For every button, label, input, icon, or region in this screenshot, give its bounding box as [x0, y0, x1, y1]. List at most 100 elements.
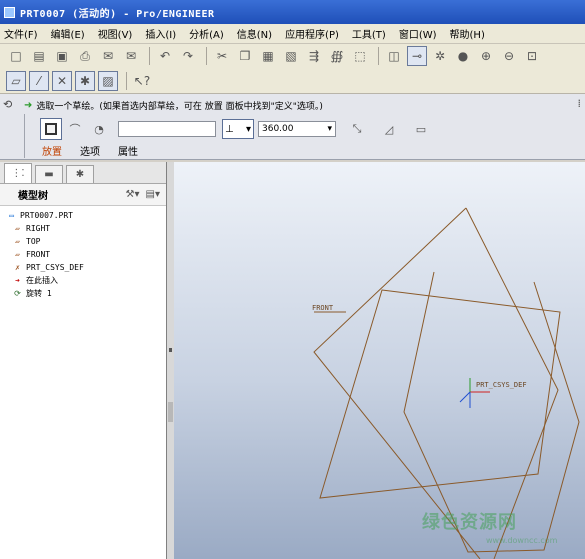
toolbar-separator [149, 47, 150, 65]
menu-tools[interactable]: 工具(T) [352, 26, 386, 41]
dashboard-grip-icon[interactable]: ⁞ [578, 97, 582, 110]
datum-plane-icon[interactable]: ▱ [6, 70, 26, 91]
datum-axis-icon[interactable]: ⁄ [29, 70, 49, 91]
tree-item-part[interactable]: ▭ PRT0007.PRT [0, 209, 166, 222]
menu-analysis[interactable]: 分析(A) [189, 26, 224, 41]
datum-point-icon[interactable]: ✕ [52, 70, 72, 91]
copy-icon[interactable]: ❐ [235, 46, 255, 66]
insert-here-icon: ➔ [15, 276, 20, 285]
settings-icon[interactable]: ⚒▾ [126, 189, 140, 200]
angle-option-combo[interactable]: ⊥ ▾ [222, 119, 254, 139]
repaint-icon[interactable]: ◫ [384, 46, 404, 66]
tree-item-label: TOP [26, 237, 41, 246]
tree-item-label: RIGHT [26, 224, 51, 233]
menu-insert[interactable]: 插入(I) [145, 26, 176, 41]
undo-icon[interactable]: ↶ [155, 46, 175, 66]
menu-applications[interactable]: 应用程序(P) [285, 26, 339, 41]
email2-icon[interactable]: ✉ [121, 46, 141, 66]
part-icon: ▭ [9, 211, 14, 220]
datum-plane-right-edge-1[interactable] [313, 207, 481, 559]
axis-collector-field[interactable] [118, 121, 216, 137]
tree-item-revolve[interactable]: ⟳ 旋转 1 [0, 287, 166, 300]
save-icon[interactable]: ▣ [52, 46, 72, 66]
spin-center-icon[interactable]: ✲ [430, 46, 450, 66]
datum-plane-icon: ▱ [15, 250, 20, 259]
tree-item-insert-here[interactable]: ➔ 在此插入 [0, 274, 166, 287]
tree-item-label: FRONT [26, 250, 51, 259]
paste-icon[interactable]: ▦ [258, 46, 278, 66]
axis-select-icon[interactable]: ◔ [88, 118, 110, 140]
flip-direction-icon[interactable]: ⤡ [346, 118, 368, 140]
model-tree-header: 模型树 ⚒▾ ▤▾ [0, 184, 166, 206]
surface-button[interactable]: ⌒ [64, 118, 86, 140]
show-icon[interactable]: ▤▾ [146, 189, 160, 200]
datum-plane-icon: ▱ [15, 224, 20, 233]
menu-help[interactable]: 帮助(H) [450, 26, 485, 41]
print-icon[interactable]: ⎙ [75, 46, 95, 66]
revolve-icon: ⟳ [14, 289, 21, 298]
tree-item-csys[interactable]: ✗ PRT_CSYS_DEF [0, 261, 166, 274]
prompt-message: 选取一个草绘。(如果首选内部草绘，可在 放置 面板中找到"定义"选项。) [36, 101, 323, 112]
tab-properties[interactable]: 属性 [118, 143, 138, 158]
csys-icon[interactable]: ✱ [75, 70, 95, 91]
menu-info[interactable]: 信息(N) [237, 26, 272, 41]
annotation-icon[interactable]: ▨ [98, 70, 118, 91]
datum-toolbar: ▱ ⁄ ✕ ✱ ▨ ↖? [0, 68, 585, 94]
thicken-icon[interactable]: ▭ [410, 118, 432, 140]
watermark-url: www.downcc.com [486, 536, 558, 545]
shade-icon[interactable]: ● [453, 46, 473, 66]
help-context-icon[interactable]: ↖? [132, 71, 152, 91]
csys-icon: ✗ [15, 263, 20, 272]
new-icon[interactable]: □ [6, 46, 26, 66]
title-bar: PRT0007 (活动的) - Pro/ENGINEER [0, 0, 585, 24]
chevron-down-icon: ▾ [327, 124, 332, 134]
model-tree-tab-icon[interactable]: ⋮⁚ [4, 163, 32, 183]
remove-material-icon[interactable]: ◿ [378, 118, 400, 140]
paste-special-icon[interactable]: ▧ [281, 46, 301, 66]
dashboard-tail-tools: ⤡ ◿ ▭ [346, 118, 442, 140]
zoom-out-icon[interactable]: ⊖ [499, 46, 519, 66]
datum-planes-drawing [313, 207, 580, 559]
cut-icon[interactable]: ✂ [212, 46, 232, 66]
menu-edit[interactable]: 编辑(E) [51, 26, 85, 41]
folder-browser-tab-icon[interactable]: ▬ [35, 165, 63, 183]
model-tree-title: 模型树 [18, 191, 48, 202]
find-icon[interactable]: ∰ [327, 46, 347, 66]
app-icon [4, 6, 15, 18]
sash-handle[interactable] [168, 402, 173, 422]
sash-grip-icon[interactable] [169, 348, 172, 352]
menu-bar: 文件(F) 编辑(E) 视图(V) 插入(I) 分析(A) 信息(N) 应用程序… [0, 24, 585, 44]
favorites-tab-icon[interactable]: ✱ [66, 165, 94, 183]
menu-view[interactable]: 视图(V) [98, 26, 133, 41]
navigator-tabs: ⋮⁚ ▬ ✱ [0, 162, 166, 184]
angle-value-combo[interactable]: 360.00 ▾ [258, 121, 336, 137]
zoom-in-icon[interactable]: ⊕ [476, 46, 496, 66]
tab-options[interactable]: 选项 [80, 143, 100, 158]
toolbar-separator [126, 71, 127, 90]
orient-icon[interactable]: ⊸ [407, 46, 427, 66]
graphics-window[interactable]: FRONT PRT_CSYS_DEF 绿色资源网 www.downcc.com [174, 162, 585, 559]
tree-item-front[interactable]: ▱ FRONT [0, 248, 166, 261]
regenerate-icon[interactable]: ⇶ [304, 46, 324, 66]
solid-button[interactable] [40, 118, 62, 140]
solid-icon [45, 123, 57, 135]
angle-option-icon: ⊥ [225, 123, 234, 135]
refit-icon[interactable]: ⊡ [522, 46, 542, 66]
menu-window[interactable]: 窗口(W) [399, 26, 437, 41]
tree-item-right[interactable]: ▱ RIGHT [0, 222, 166, 235]
tab-placement[interactable]: 放置 [42, 143, 62, 158]
dashboard-tabs: 放置 选项 属性 [42, 143, 156, 158]
front-plane-label: FRONT [312, 304, 334, 312]
select-box-icon[interactable]: ⬚ [350, 46, 370, 66]
tree-item-top[interactable]: ▱ TOP [0, 235, 166, 248]
panel-sash[interactable] [167, 162, 174, 559]
redo-icon[interactable]: ↷ [178, 46, 198, 66]
email-icon[interactable]: ✉ [98, 46, 118, 66]
model-tree: ▭ PRT0007.PRT ▱ RIGHT ▱ TOP ▱ FRONT ✗ PR… [0, 206, 166, 300]
menu-file[interactable]: 文件(F) [4, 26, 38, 41]
message-area: ➜ 选取一个草绘。(如果首选内部草绘，可在 放置 面板中找到"定义"选项。) [24, 96, 572, 114]
tree-item-label: 旋转 1 [26, 289, 52, 298]
revolve-feature-icon: ⟲ [3, 98, 13, 111]
datum-plane-top[interactable] [319, 289, 561, 499]
open-icon[interactable]: ▤ [29, 46, 49, 66]
